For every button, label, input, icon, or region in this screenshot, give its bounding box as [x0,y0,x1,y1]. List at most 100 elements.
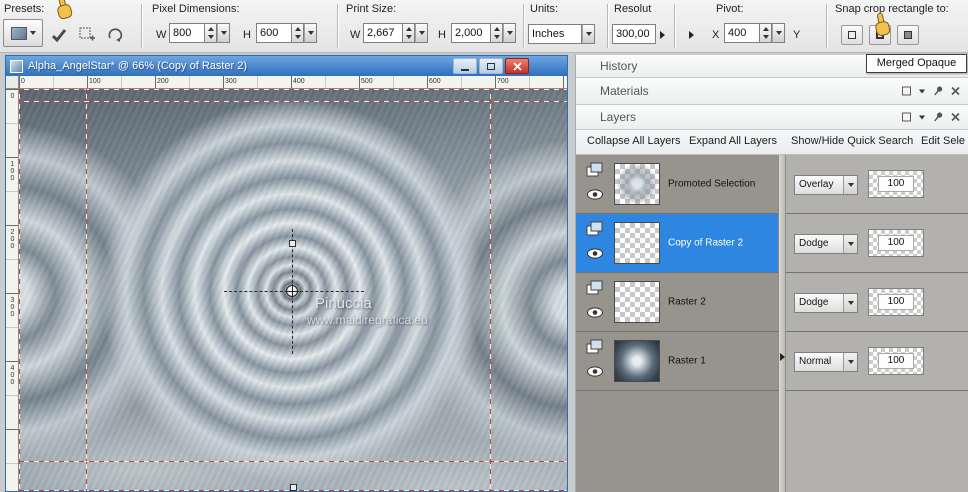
layer-type-icon[interactable] [586,162,604,183]
transform-handle[interactable] [289,240,296,247]
blend-mode-dropdown[interactable]: Normal [794,352,858,372]
spin-down-icon[interactable] [405,34,412,39]
materials-panel-header[interactable]: Materials [576,78,968,105]
minimize-button[interactable] [453,58,477,74]
pin-icon[interactable] [931,110,946,125]
maximize-panel-icon[interactable] [902,112,911,122]
pixel-height-spinner[interactable]: 600 [256,23,317,43]
opacity-control[interactable]: 100 [868,170,924,198]
opacity-control[interactable]: 100 [868,288,924,316]
print-height-spinner[interactable]: 2,000 [451,23,516,43]
spinner-dropdown[interactable] [503,23,516,43]
layers-pane-splitter[interactable] [778,155,786,492]
blend-mode-dropdown[interactable]: Dodge [794,293,858,313]
close-panel-icon[interactable] [951,112,960,122]
blend-mode-dropdown[interactable]: Dodge [794,234,858,254]
spin-down-icon[interactable] [762,34,769,39]
spin-up-icon[interactable] [207,27,214,32]
image-canvas[interactable]: Pinuccia www.maidiregrafica.eu [19,89,567,491]
spinner-dropdown[interactable] [217,23,230,43]
layer-row-promoted-selection[interactable]: Promoted Selection [576,155,778,214]
pivot-point-handle[interactable] [285,284,299,298]
maximize-panel-icon[interactable] [902,86,911,96]
snap-layer-opaque-button[interactable] [841,25,863,45]
dropdown-arrow[interactable] [843,353,857,371]
crop-guide-right[interactable] [490,89,491,491]
visibility-eye-icon[interactable] [586,247,604,265]
toolbar-overflow-button[interactable] [684,26,698,44]
pixel-width-value[interactable]: 800 [169,23,205,43]
layer-name[interactable]: Copy of Raster 2 [668,238,743,249]
layers-panel-header[interactable]: Layers [576,105,968,130]
layer-row-raster-2[interactable]: Raster 2 [576,273,778,332]
layer-thumbnail[interactable] [614,340,660,382]
toolbar-overflow-button[interactable] [655,26,669,44]
layer-type-icon[interactable] [586,221,604,242]
vertical-ruler[interactable]: 0 100 200 300 400 [6,89,19,491]
layer-name[interactable]: Raster 1 [668,356,706,367]
layer-thumbnail[interactable] [614,163,660,205]
layer-thumbnail[interactable] [614,222,660,264]
units-dropdown[interactable]: Inches [528,24,595,44]
blend-mode-value[interactable]: Dodge [795,235,843,253]
spin-down-icon[interactable] [294,34,301,39]
spinner-arrows[interactable] [403,23,415,43]
layer-type-icon[interactable] [586,280,604,301]
expand-all-layers-button[interactable]: Expand All Layers [689,135,777,147]
spin-up-icon[interactable] [405,27,412,32]
restore-button[interactable] [479,58,503,74]
document-titlebar[interactable]: Alpha_AngelStar* @ 66% (Copy of Raster 2… [6,56,567,76]
opacity-value[interactable]: 100 [878,294,914,310]
spinner-arrows[interactable] [292,23,304,43]
close-panel-icon[interactable] [951,86,960,96]
visibility-eye-icon[interactable] [586,306,604,324]
spinner-dropdown[interactable] [772,23,785,43]
close-button[interactable] [505,58,529,74]
opacity-value[interactable]: 100 [878,176,914,192]
pin-icon[interactable] [931,84,946,99]
spin-up-icon[interactable] [294,27,301,32]
layer-name[interactable]: Promoted Selection [668,179,755,190]
edit-selection-button[interactable]: Edit Sele [921,135,965,147]
dropdown-arrow[interactable] [843,176,857,194]
blend-mode-value[interactable]: Normal [795,353,843,371]
spinner-arrows[interactable] [760,23,772,43]
blend-mode-value[interactable]: Overlay [795,176,843,194]
pixel-height-value[interactable]: 600 [256,23,292,43]
spin-up-icon[interactable] [493,27,500,32]
collapse-all-layers-button[interactable]: Collapse All Layers [587,135,681,147]
presets-dropdown-button[interactable] [3,19,43,47]
spinner-arrows[interactable] [491,23,503,43]
quick-search-toggle-button[interactable]: Show/Hide Quick Search [791,135,913,147]
pixel-width-spinner[interactable]: 800 [169,23,230,43]
opacity-value[interactable]: 100 [878,235,914,251]
layer-type-icon[interactable] [586,339,604,360]
snap-full-image-button[interactable] [897,25,919,45]
blend-mode-value[interactable]: Dodge [795,294,843,312]
float-crop-button[interactable] [76,24,98,46]
crop-guide-bottom[interactable] [19,461,567,462]
panel-menu-icon[interactable] [919,89,925,93]
resolution-value[interactable]: 300,00 [612,24,656,44]
opacity-value[interactable]: 100 [878,353,914,369]
print-width-value[interactable]: 2,667 [363,23,403,43]
visibility-eye-icon[interactable] [586,365,604,383]
spin-down-icon[interactable] [493,34,500,39]
layer-row-raster-1[interactable]: Raster 1 [576,332,778,391]
dropdown-arrow[interactable] [843,235,857,253]
splitter-arrow-icon[interactable] [780,353,785,361]
spinner-dropdown[interactable] [304,23,317,43]
visibility-eye-icon[interactable] [586,188,604,206]
spinner-dropdown[interactable] [415,23,428,43]
opacity-control[interactable]: 100 [868,347,924,375]
opacity-control[interactable]: 100 [868,229,924,257]
spin-down-icon[interactable] [207,34,214,39]
units-value[interactable]: Inches [528,24,582,44]
crop-guide-left[interactable] [86,89,87,491]
spinner-arrows[interactable] [205,23,217,43]
layer-row-copy-of-raster-2[interactable]: Copy of Raster 2 [576,214,778,273]
units-dropdown-arrow[interactable] [582,24,595,44]
crop-guide-top[interactable] [19,101,567,102]
panel-menu-icon[interactable] [919,115,925,119]
horizontal-ruler[interactable]: 0 100 200 300 400 500 600 700 [19,76,567,89]
